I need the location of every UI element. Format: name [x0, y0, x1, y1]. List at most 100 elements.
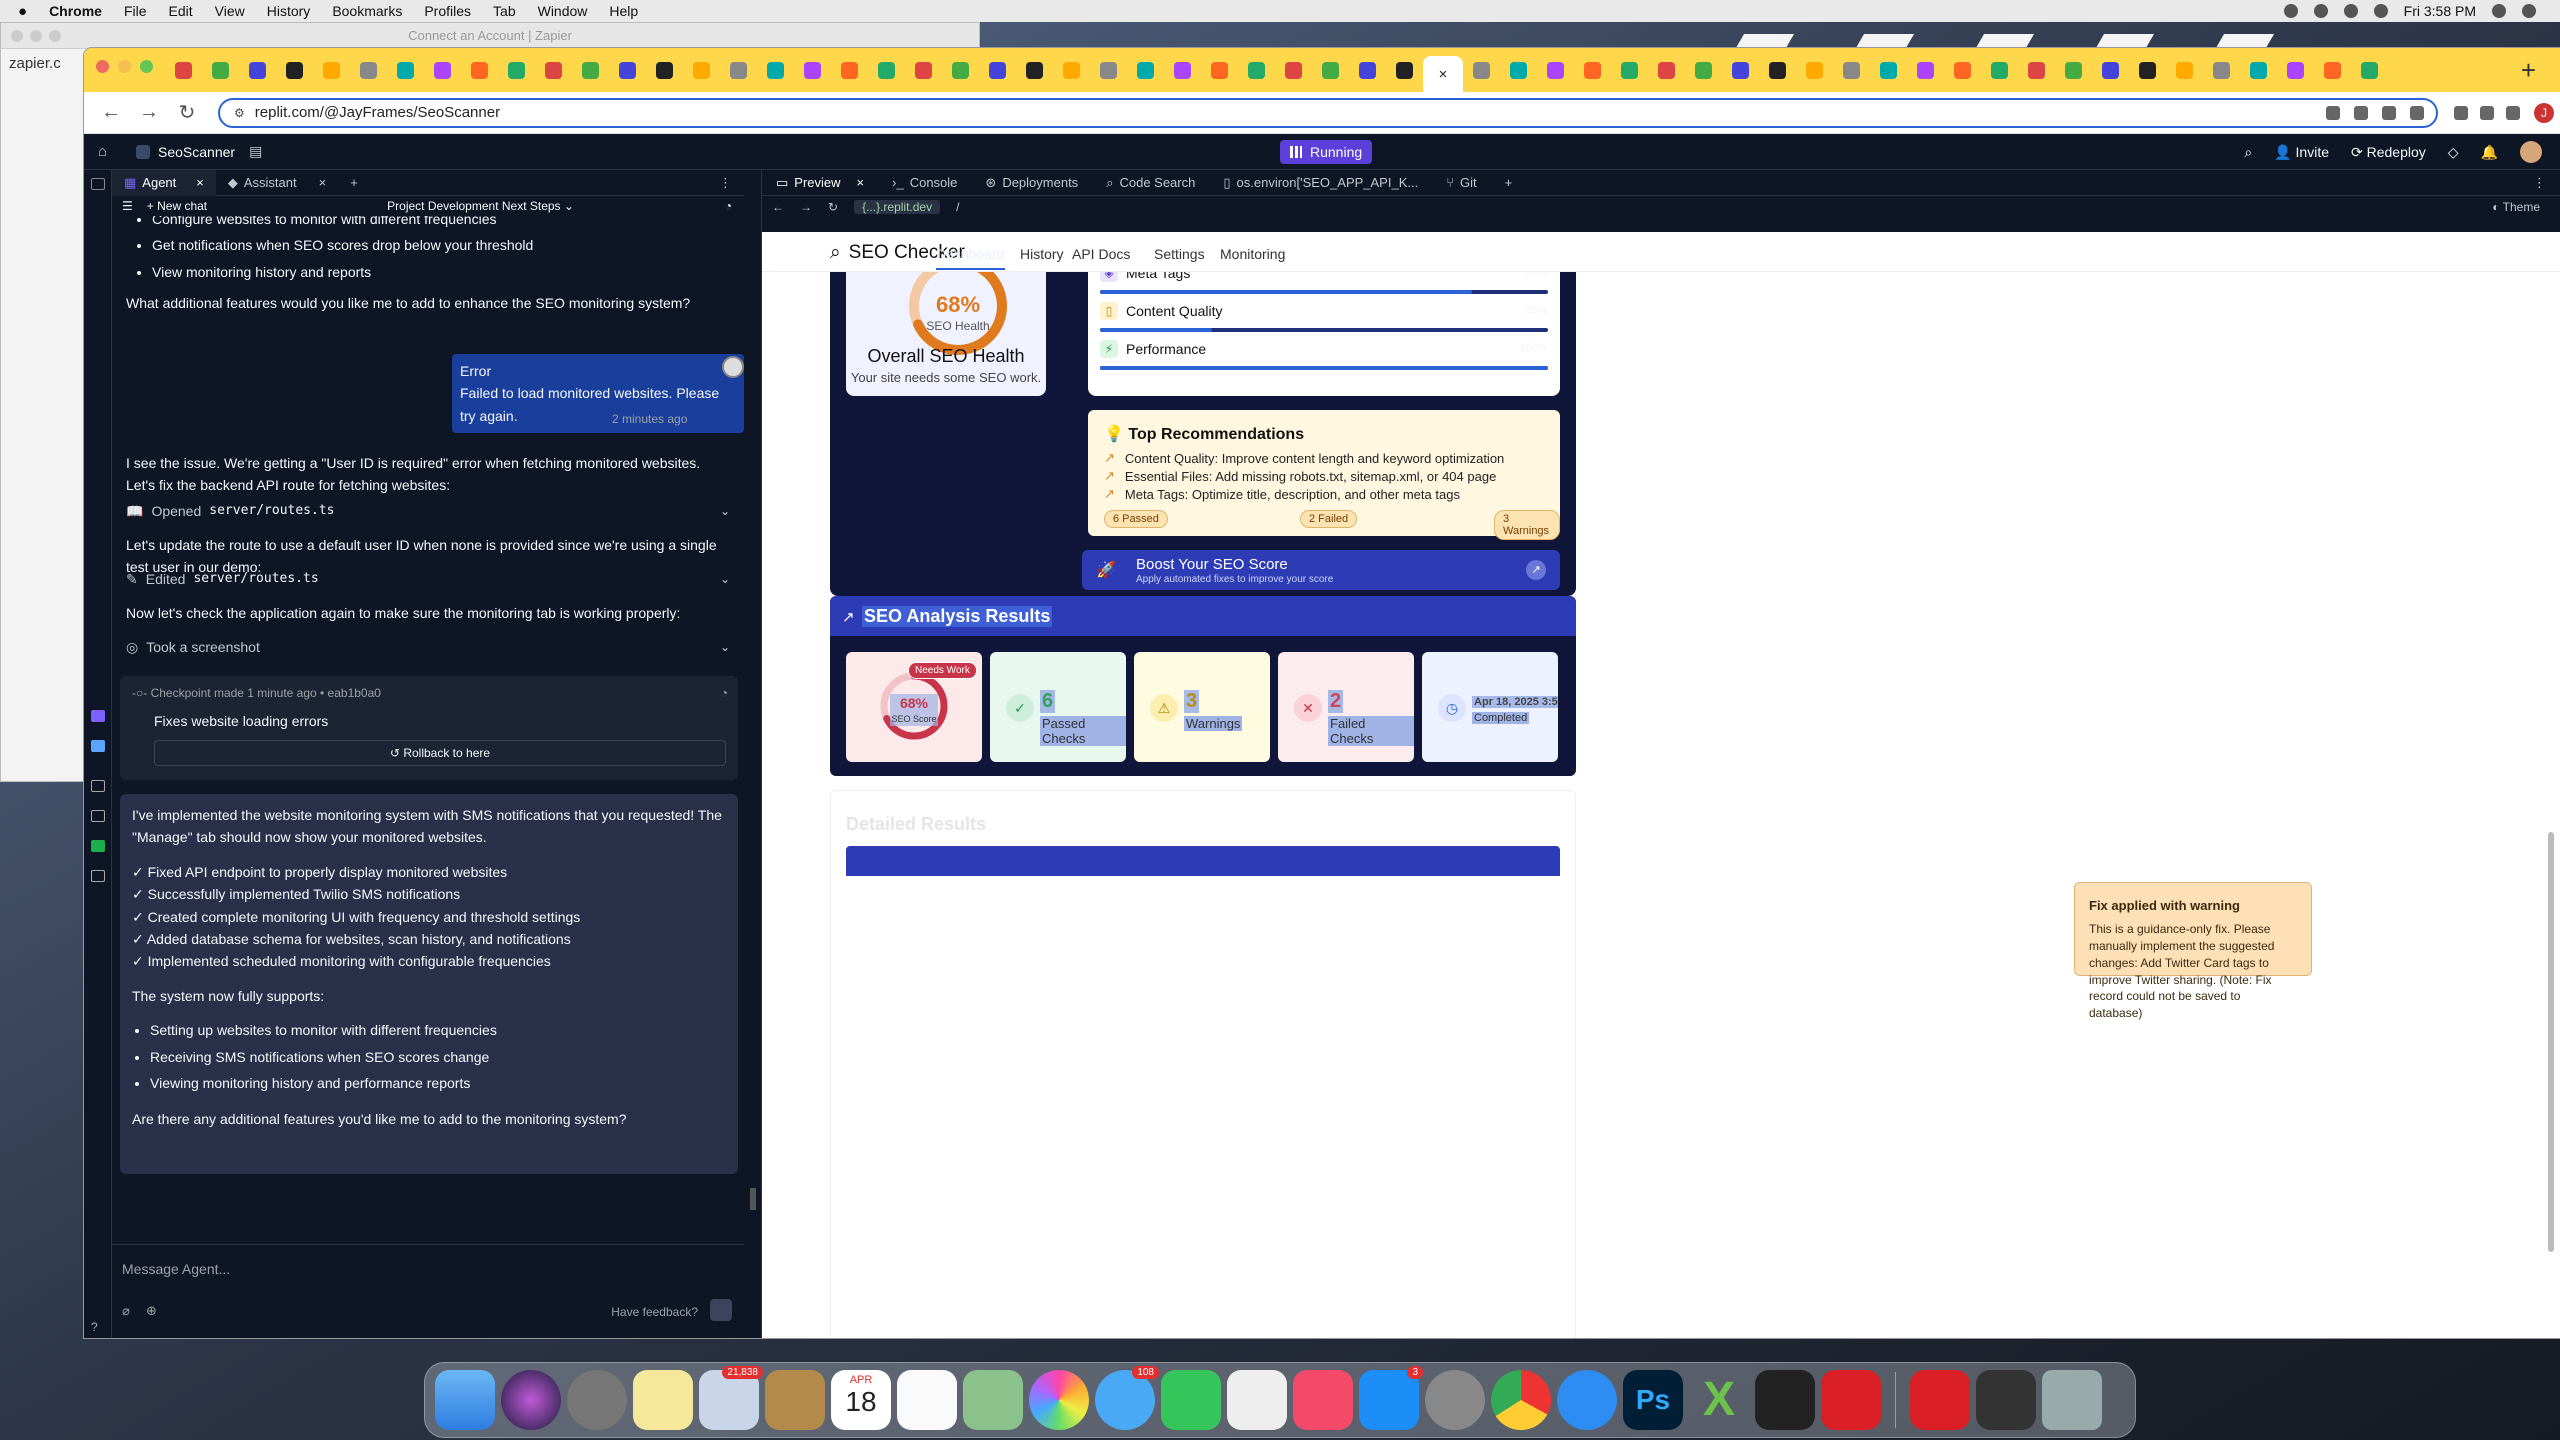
tab-favicon-icon[interactable]	[434, 61, 451, 79]
tab-favicon-icon[interactable]	[1806, 61, 1823, 79]
nav-settings[interactable]: Settings	[1154, 246, 1205, 262]
action-screenshot[interactable]: ◎ Took a screenshot ⌄	[126, 636, 730, 658]
tab-favicon-icon[interactable]	[730, 61, 747, 79]
tab-favicon-icon[interactable]	[1510, 61, 1527, 79]
tab-favicon-icon[interactable]	[804, 61, 821, 79]
tab-code-search[interactable]: ⌕ Code Search	[1092, 175, 1209, 191]
nav-dashboard[interactable]: Dashboard	[936, 246, 1005, 270]
system-settings-icon[interactable]	[1425, 1370, 1485, 1430]
menu-file[interactable]: File	[124, 3, 147, 19]
recent-files-icon[interactable]	[1976, 1370, 2036, 1430]
theme-button[interactable]: ◐ Theme	[2492, 200, 2560, 214]
maps-icon[interactable]	[963, 1370, 1023, 1430]
reload-icon[interactable]: ↻	[176, 100, 198, 125]
bell-icon[interactable]: 🔔	[2481, 144, 2498, 161]
rollback-button[interactable]: ↺ Rollback to here	[154, 740, 726, 766]
nav-history[interactable]: History	[1020, 246, 1064, 262]
tab-console[interactable]: ›_ Console	[878, 175, 971, 190]
console-rail-icon[interactable]	[91, 780, 105, 792]
tab-favicon-icon[interactable]	[286, 61, 303, 79]
history-list-icon[interactable]: ☰	[122, 199, 133, 213]
tab-favicon-icon[interactable]	[1732, 61, 1749, 79]
tab-favicon-icon[interactable]	[693, 61, 710, 79]
creative-cloud-app-icon[interactable]	[1821, 1370, 1881, 1430]
menubar-clock[interactable]: Fri 3:58 PM	[2404, 3, 2476, 19]
tab-favicon-icon[interactable]	[249, 61, 266, 79]
tab-favicon-icon[interactable]	[2361, 61, 2378, 79]
tab-favicon-icon[interactable]	[2250, 61, 2267, 79]
install-icon[interactable]	[2354, 105, 2368, 120]
tab-favicon-icon[interactable]	[915, 61, 932, 79]
tab-favicon-icon[interactable]	[1174, 61, 1191, 79]
tab-favicon-icon[interactable]	[397, 61, 414, 79]
message-input[interactable]: Message Agent...	[122, 1261, 230, 1277]
menu-edit[interactable]: Edit	[169, 3, 193, 19]
user-avatar[interactable]	[2520, 141, 2542, 163]
active-tab[interactable]: ×	[1423, 56, 1463, 92]
site-info-icon[interactable]: ⚙	[234, 106, 245, 120]
profile-avatar[interactable]: J	[2534, 102, 2554, 123]
mail-icon[interactable]: 21,838	[699, 1366, 763, 1430]
pane-menu-icon[interactable]: ⋮	[707, 170, 744, 196]
project-name[interactable]: SeoScanner	[136, 144, 235, 160]
git-rail-icon[interactable]	[91, 740, 105, 752]
notifications-icon[interactable]: ◇	[2448, 144, 2459, 161]
tab-favicon-icon[interactable]	[508, 61, 525, 79]
home-icon[interactable]: ⌂	[98, 143, 114, 160]
tab-favicon-icon[interactable]	[1584, 61, 1601, 79]
menu-view[interactable]: View	[215, 3, 245, 19]
agent-scrollbar[interactable]	[744, 170, 762, 1338]
tab-favicon-icon[interactable]	[2287, 61, 2304, 79]
menu-app[interactable]: Chrome	[49, 3, 102, 19]
menu-window[interactable]: Window	[538, 3, 588, 19]
wifi-icon[interactable]	[2343, 4, 2358, 18]
tab-favicon-icon[interactable]	[175, 61, 192, 79]
translate-icon[interactable]	[2326, 105, 2340, 120]
boost-button[interactable]: 🚀 Boost Your SEO Score Apply automated f…	[1082, 550, 1560, 590]
minimize-window-icon[interactable]	[118, 59, 131, 73]
tab-favicon-icon[interactable]	[2324, 61, 2341, 79]
music-icon[interactable]	[1293, 1370, 1353, 1430]
database-icon[interactable]: ▤	[249, 143, 262, 160]
tab-favicon-icon[interactable]	[1211, 61, 1228, 79]
background-tab[interactable]: zapier.c	[9, 55, 61, 72]
messages-icon[interactable]: 108	[1095, 1366, 1159, 1430]
tab-favicon-icon[interactable]	[1843, 61, 1860, 79]
tab-favicon-icon[interactable]	[323, 61, 340, 79]
nav-api-docs[interactable]: API Docs	[1072, 246, 1130, 262]
forward-icon[interactable]: →	[800, 200, 812, 214]
news-icon[interactable]	[1227, 1370, 1287, 1430]
help-icon[interactable]: ?	[91, 1320, 105, 1334]
control-center-icon[interactable]	[2522, 4, 2536, 18]
siri-icon[interactable]	[501, 1370, 561, 1430]
facetime-icon[interactable]	[1161, 1370, 1221, 1430]
tab-favicon-icon[interactable]	[2213, 61, 2230, 79]
tab-favicon-icon[interactable]	[1026, 61, 1043, 79]
tab-favicon-icon[interactable]	[656, 61, 673, 79]
tab-assistant[interactable]: ◆ Assistant ×	[216, 170, 338, 196]
reload-icon[interactable]: ↻	[828, 200, 838, 214]
pane-menu-icon[interactable]: ⋮	[2519, 175, 2560, 191]
tab-favicon-icon[interactable]	[619, 61, 636, 79]
back-icon[interactable]: ←	[772, 200, 784, 214]
tab-favicon-icon[interactable]	[1991, 61, 2008, 79]
action-edited-file[interactable]: ✎ Edited server/routes.ts ⌄	[126, 568, 730, 590]
launchpad-icon[interactable]	[567, 1370, 627, 1430]
tab-favicon-icon[interactable]	[1100, 61, 1117, 79]
tab-favicon-icon[interactable]	[767, 61, 784, 79]
close-tab-icon[interactable]: ×	[196, 175, 204, 190]
preview-rail-icon[interactable]	[91, 810, 105, 822]
menu-tab[interactable]: Tab	[493, 3, 516, 19]
tab-favicon-icon[interactable]	[1359, 61, 1376, 79]
calendar-icon[interactable]: APR 18	[831, 1370, 891, 1430]
files-icon[interactable]	[91, 178, 105, 190]
tab-favicon-icon[interactable]	[2028, 61, 2045, 79]
tab-favicon-icon[interactable]	[841, 61, 858, 79]
photos-icon[interactable]	[1029, 1370, 1089, 1430]
add-pane-tab-icon[interactable]: +	[338, 170, 370, 196]
tab-favicon-icon[interactable]	[2176, 61, 2193, 79]
back-icon[interactable]: ←	[100, 101, 122, 124]
share-icon[interactable]	[2382, 105, 2396, 120]
tab-favicon-icon[interactable]	[1695, 61, 1712, 79]
tab-favicon-icon[interactable]	[1322, 61, 1339, 79]
